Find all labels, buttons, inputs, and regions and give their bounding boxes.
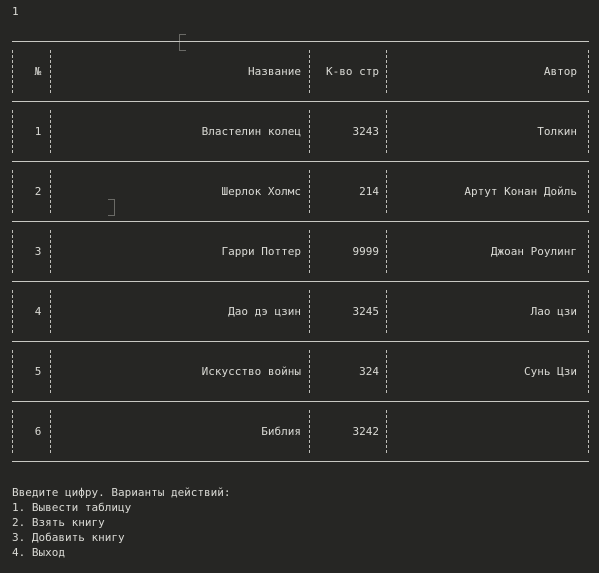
header-pages: К-во стр bbox=[326, 65, 379, 78]
cell-num: 2 bbox=[34, 185, 42, 198]
cell-pages: 3245 bbox=[352, 305, 380, 318]
user-input-echo: 1 bbox=[12, 5, 19, 18]
column-separator bbox=[50, 410, 51, 453]
column-separator bbox=[588, 350, 589, 393]
cell-author: Толкин bbox=[537, 125, 577, 138]
cell-num: 3 bbox=[34, 245, 42, 258]
column-separator bbox=[386, 290, 387, 333]
table-divider bbox=[12, 461, 589, 462]
table-row: 1 Властелин колец 3243 Толкин bbox=[12, 102, 589, 161]
column-separator bbox=[588, 50, 589, 93]
column-separator bbox=[386, 50, 387, 93]
action-menu: Введите цифру. Варианты действий: 1. Выв… bbox=[12, 485, 231, 560]
table-row: 5 Искусство войны 324 Сунь Цзи bbox=[12, 342, 589, 401]
column-separator bbox=[50, 50, 51, 93]
column-separator bbox=[588, 290, 589, 333]
column-separator bbox=[588, 410, 589, 453]
column-separator bbox=[386, 170, 387, 213]
column-separator bbox=[386, 110, 387, 153]
column-separator bbox=[12, 170, 13, 213]
column-separator bbox=[50, 170, 51, 213]
cell-name: Шерлок Холмс bbox=[221, 185, 301, 198]
column-separator bbox=[12, 350, 13, 393]
header-num: № bbox=[34, 65, 42, 78]
menu-option-add-book: 3. Добавить книгу bbox=[12, 531, 125, 544]
cell-name: Искусство войны bbox=[201, 365, 301, 378]
cell-pages: 3243 bbox=[352, 125, 380, 138]
column-separator bbox=[12, 410, 13, 453]
column-separator bbox=[12, 230, 13, 273]
menu-prompt: Введите цифру. Варианты действий: bbox=[12, 486, 231, 499]
table-header-row: № Название К-во стр Автор bbox=[12, 42, 589, 101]
menu-option-print-table: 1. Вывести таблицу bbox=[12, 501, 132, 514]
column-separator bbox=[12, 50, 13, 93]
cell-name: Властелин колец bbox=[201, 125, 301, 138]
column-separator bbox=[12, 290, 13, 333]
menu-option-exit: 4. Выход bbox=[12, 546, 65, 559]
table-row: 4 Дао дэ цзин 3245 Лао цзи bbox=[12, 282, 589, 341]
cell-author: Артут Конан Дойль bbox=[464, 185, 577, 198]
cell-pages: 214 bbox=[359, 185, 379, 198]
cell-num: 4 bbox=[34, 305, 42, 318]
column-separator bbox=[50, 110, 51, 153]
column-separator bbox=[50, 230, 51, 273]
column-separator bbox=[386, 410, 387, 453]
cell-name: Дао дэ цзин bbox=[228, 305, 301, 318]
books-table: № Название К-во стр Автор 1 Властелин ко… bbox=[12, 41, 589, 462]
column-separator bbox=[386, 350, 387, 393]
column-separator bbox=[50, 290, 51, 333]
cell-num: 5 bbox=[34, 365, 42, 378]
cell-author bbox=[388, 402, 577, 461]
cell-name: Гарри Поттер bbox=[221, 245, 301, 258]
column-separator bbox=[588, 110, 589, 153]
table-row: 3 Гарри Поттер 9999 Джоан Роулинг bbox=[12, 222, 589, 281]
console-window[interactable]: 1 № Название К-во стр Автор 1 Властелин … bbox=[0, 0, 599, 573]
cell-name: Библия bbox=[261, 425, 301, 438]
column-separator bbox=[50, 350, 51, 393]
cell-pages: 3242 bbox=[352, 425, 380, 438]
table-row: 2 Шерлок Холмс 214 Артут Конан Дойль bbox=[12, 162, 589, 221]
column-separator bbox=[588, 230, 589, 273]
column-separator bbox=[588, 170, 589, 213]
cell-num: 6 bbox=[34, 425, 42, 438]
cell-pages: 9999 bbox=[352, 245, 380, 258]
header-author: Автор bbox=[543, 65, 577, 78]
cell-author: Сунь Цзи bbox=[524, 365, 577, 378]
cell-num: 1 bbox=[34, 125, 42, 138]
column-separator bbox=[12, 110, 13, 153]
column-separator bbox=[386, 230, 387, 273]
header-name: Название bbox=[248, 65, 301, 78]
cell-author: Лао цзи bbox=[530, 305, 577, 318]
menu-option-take-book: 2. Взять книгу bbox=[12, 516, 105, 529]
table-row: 6 Библия 3242 bbox=[12, 402, 589, 461]
cell-author: Джоан Роулинг bbox=[490, 245, 577, 258]
cell-pages: 324 bbox=[359, 365, 379, 378]
